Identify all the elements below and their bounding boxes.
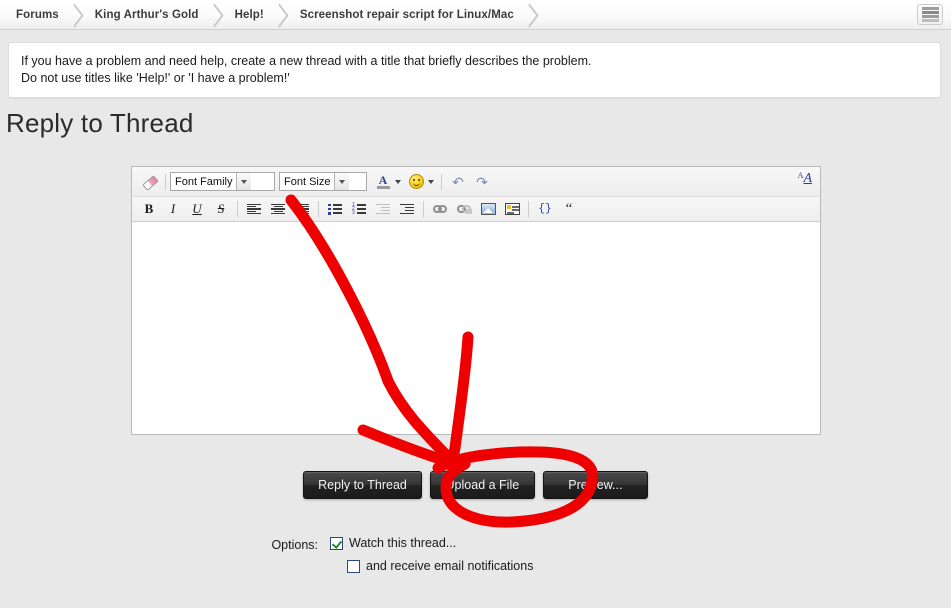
breadcrumb: Forums King Arthur's Gold Help! Screensh… — [0, 0, 951, 29]
underline-label: U — [192, 201, 202, 216]
options-section: Options: Watch this thread... and receiv… — [0, 536, 951, 574]
toggle-bbcode-glyph: A A — [798, 172, 812, 186]
toolbar-separator — [165, 173, 166, 190]
email-notifications-label: and receive email notifications — [366, 559, 534, 573]
quote-glyph: “ — [565, 201, 573, 217]
image-glyph — [480, 203, 496, 215]
numbered-list-icon[interactable]: 1 2 3 — [348, 199, 370, 220]
breadcrumb-chevron-icon — [520, 0, 542, 29]
redo-icon[interactable]: ↷ — [471, 171, 493, 192]
page-title: Reply to Thread — [6, 108, 194, 138]
upload-a-file-button[interactable]: Upload a File — [429, 471, 535, 499]
form-actions: Reply to Thread Upload a File Preview... — [0, 471, 951, 499]
reply-to-thread-button[interactable]: Reply to Thread — [303, 471, 422, 499]
align-left-glyph — [247, 203, 261, 215]
indent-glyph — [400, 203, 414, 215]
align-right-icon[interactable] — [291, 199, 313, 220]
notice-line-2: Do not use titles like 'Help!' or 'I hav… — [21, 71, 290, 85]
toggle-bbcode-icon[interactable]: A A — [798, 172, 812, 186]
chevron-down-icon[interactable] — [334, 173, 350, 190]
strikethrough-button[interactable]: S — [210, 199, 232, 220]
font-color-chevron-down-icon[interactable] — [395, 179, 401, 184]
outdent-icon[interactable] — [372, 199, 394, 220]
insert-image-icon[interactable] — [477, 199, 499, 220]
breadcrumb-item-king-arthurs-gold[interactable]: King Arthur's Gold — [87, 0, 205, 29]
notice-line-1: If you have a problem and need help, cre… — [21, 54, 592, 68]
menu-line — [921, 15, 939, 18]
redo-glyph: ↷ — [476, 173, 488, 190]
breadcrumb-bar: Forums King Arthur's Gold Help! Screensh… — [0, 0, 951, 30]
underline-button[interactable]: U — [186, 199, 208, 220]
breadcrumb-item-thread-title[interactable]: Screenshot repair script for Linux/Mac — [292, 0, 520, 29]
undo-glyph: ↶ — [452, 173, 464, 190]
preview-button[interactable]: Preview... — [542, 471, 648, 499]
options-label: Options: — [271, 538, 318, 552]
media-glyph — [504, 203, 520, 215]
editor-toolbar-row-1: Font Family Font Size A ↶ ↷ A A — [132, 167, 820, 197]
font-color-icon[interactable]: A — [372, 171, 394, 192]
italic-label: I — [170, 201, 176, 216]
watch-thread-label: Watch this thread... — [349, 536, 457, 550]
align-left-icon[interactable] — [243, 199, 265, 220]
smiley-chevron-down-icon[interactable] — [428, 179, 434, 184]
message-body-input[interactable] — [132, 222, 820, 433]
toolbar-separator — [237, 201, 238, 217]
italic-button[interactable]: I — [162, 199, 184, 220]
bold-button[interactable]: B — [138, 199, 160, 220]
toolbar-separator — [441, 173, 442, 190]
insert-link-icon[interactable] — [429, 199, 451, 220]
breadcrumb-item-help[interactable]: Help! — [227, 0, 270, 29]
toolbar-separator — [318, 201, 319, 217]
align-right-glyph — [295, 203, 309, 215]
option-watch-thread[interactable]: Watch this thread... — [330, 536, 533, 551]
rich-text-editor: Font Family Font Size A ↶ ↷ A A B I U S … — [131, 166, 821, 435]
email-notifications-checkbox[interactable] — [347, 560, 360, 573]
smiley-icon[interactable] — [405, 171, 427, 192]
breadcrumb-item-forums[interactable]: Forums — [8, 0, 65, 29]
breadcrumb-chevron-icon — [205, 0, 227, 29]
option-email-notifications[interactable]: and receive email notifications — [347, 559, 533, 574]
remove-formatting-icon[interactable] — [138, 171, 160, 192]
code-glyph: {} — [538, 202, 552, 215]
link-glyph — [432, 204, 448, 214]
breadcrumb-chevron-icon — [270, 0, 292, 29]
numbered-list-glyph: 1 2 3 — [352, 202, 366, 215]
bullet-list-icon[interactable] — [324, 199, 346, 220]
font-family-value: Font Family — [175, 175, 233, 188]
align-center-glyph — [271, 203, 285, 215]
font-family-select[interactable]: Font Family — [170, 172, 275, 191]
insert-code-icon[interactable]: {} — [534, 199, 556, 220]
toolbar-separator — [528, 201, 529, 217]
toolbar-separator — [423, 201, 424, 217]
font-size-select[interactable]: Font Size — [279, 172, 367, 191]
align-center-icon[interactable] — [267, 199, 289, 220]
menu-line — [921, 19, 939, 22]
font-color-glyph: A — [376, 174, 391, 189]
breadcrumb-chevron-icon — [65, 0, 87, 29]
font-size-value: Font Size — [284, 175, 331, 188]
menu-line — [921, 7, 939, 10]
editor-toolbar-row-2: B I U S 1 2 3 {} “ — [132, 197, 820, 222]
undo-icon[interactable]: ↶ — [447, 171, 469, 192]
font-color-letter: A — [378, 172, 388, 187]
help-notice: If you have a problem and need help, cre… — [8, 42, 941, 98]
menu-line — [921, 11, 939, 14]
eraser-glyph — [142, 175, 157, 188]
chevron-down-icon[interactable] — [236, 173, 252, 190]
indent-icon[interactable] — [396, 199, 418, 220]
unlink-glyph — [456, 204, 472, 214]
outdent-glyph — [376, 203, 390, 215]
insert-media-icon[interactable] — [501, 199, 523, 220]
strikethrough-label: S — [217, 201, 225, 216]
watch-thread-checkbox[interactable] — [330, 537, 343, 550]
options-list: Watch this thread... and receive email n… — [330, 536, 533, 574]
insert-quote-icon[interactable]: “ — [558, 199, 580, 220]
remove-link-icon[interactable] — [453, 199, 475, 220]
list-menu-icon[interactable] — [917, 4, 943, 25]
bold-label: B — [144, 201, 154, 216]
toggle-big-a: A — [803, 171, 812, 186]
smiley-glyph — [408, 174, 424, 189]
bullet-list-glyph — [328, 203, 342, 215]
